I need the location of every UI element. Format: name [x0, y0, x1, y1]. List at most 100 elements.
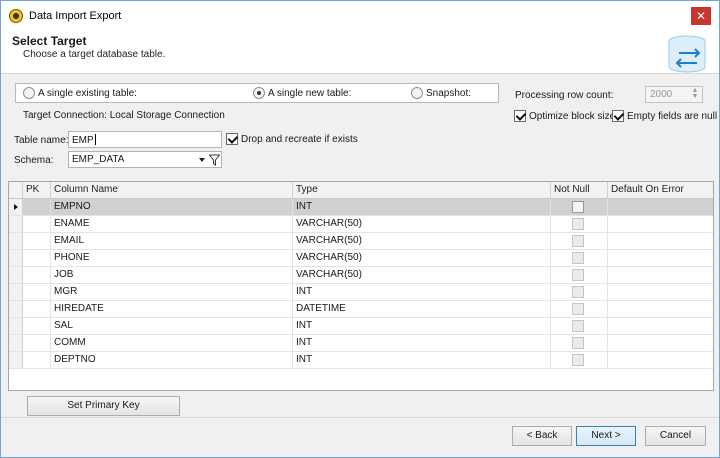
table-row[interactable]: EMAIL VARCHAR(50)	[9, 233, 713, 250]
grid-header: PK Column Name Type Not Null Default On …	[9, 182, 713, 199]
wizard-header: Select Target Choose a target database t…	[1, 30, 719, 74]
row-pointer-icon[interactable]	[9, 335, 23, 351]
type-cell[interactable]: DATETIME	[293, 301, 551, 317]
drop-recreate-checkbox[interactable]: Drop and recreate if exists	[226, 133, 358, 145]
header-pk[interactable]: PK	[23, 182, 51, 198]
not-null-checkbox[interactable]	[572, 201, 584, 213]
default-on-error-cell[interactable]	[608, 216, 713, 232]
filter-icon[interactable]	[209, 154, 220, 166]
type-cell[interactable]: VARCHAR(50)	[293, 233, 551, 249]
row-pointer-icon[interactable]	[9, 233, 23, 249]
row-pointer-icon[interactable]	[9, 352, 23, 368]
default-on-error-cell[interactable]	[608, 335, 713, 351]
pk-cell[interactable]	[23, 199, 51, 215]
default-on-error-cell[interactable]	[608, 352, 713, 368]
table-row[interactable]: EMPNO INT	[9, 199, 713, 216]
not-null-checkbox[interactable]	[572, 337, 584, 349]
pk-cell[interactable]	[23, 284, 51, 300]
empty-fields-null-checkbox[interactable]: Empty fields are null	[612, 110, 717, 122]
table-row[interactable]: ENAME VARCHAR(50)	[9, 216, 713, 233]
type-cell[interactable]: INT	[293, 335, 551, 351]
type-cell[interactable]: INT	[293, 199, 551, 215]
column-name-cell[interactable]: MGR	[51, 284, 293, 300]
drop-recreate-box[interactable]	[226, 133, 238, 145]
pk-cell[interactable]	[23, 352, 51, 368]
schema-select[interactable]: EMP_DATA	[68, 151, 222, 168]
not-null-checkbox[interactable]	[572, 286, 584, 298]
radio-snapshot-indicator[interactable]	[411, 87, 423, 99]
pk-cell[interactable]	[23, 267, 51, 283]
table-row[interactable]: DEPTNO INT	[9, 352, 713, 369]
row-pointer-icon[interactable]	[9, 301, 23, 317]
not-null-checkbox[interactable]	[572, 218, 584, 230]
table-row[interactable]: MGR INT	[9, 284, 713, 301]
radio-new-table-indicator[interactable]	[253, 87, 265, 99]
radio-new-table[interactable]: A single new table:	[253, 87, 351, 99]
cancel-button[interactable]: Cancel	[645, 426, 706, 446]
empty-fields-null-box[interactable]	[612, 110, 624, 122]
row-pointer-icon[interactable]	[9, 216, 23, 232]
radio-snapshot[interactable]: Snapshot:	[411, 87, 471, 99]
row-count-spinner[interactable]: ▲ ▼	[690, 87, 700, 101]
close-icon[interactable]: ✕	[691, 7, 711, 25]
column-name-cell[interactable]: HIREDATE	[51, 301, 293, 317]
type-cell[interactable]: VARCHAR(50)	[293, 216, 551, 232]
header-type[interactable]: Type	[293, 182, 551, 198]
radio-existing-table[interactable]: A single existing table:	[23, 87, 137, 99]
pk-cell[interactable]	[23, 318, 51, 334]
not-null-checkbox[interactable]	[572, 235, 584, 247]
row-pointer-icon[interactable]	[9, 199, 23, 215]
default-on-error-cell[interactable]	[608, 318, 713, 334]
header-column-name[interactable]: Column Name	[51, 182, 293, 198]
set-primary-key-button[interactable]: Set Primary Key	[27, 396, 180, 416]
not-null-checkbox[interactable]	[572, 320, 584, 332]
default-on-error-cell[interactable]	[608, 233, 713, 249]
not-null-checkbox[interactable]	[572, 269, 584, 281]
not-null-checkbox[interactable]	[572, 303, 584, 315]
default-on-error-cell[interactable]	[608, 267, 713, 283]
column-name-cell[interactable]: EMPNO	[51, 199, 293, 215]
column-name-cell[interactable]: ENAME	[51, 216, 293, 232]
header-not-null[interactable]: Not Null	[551, 182, 608, 198]
row-pointer-icon[interactable]	[9, 318, 23, 334]
type-cell[interactable]: INT	[293, 318, 551, 334]
table-name-input[interactable]: EMP	[68, 131, 222, 148]
default-on-error-cell[interactable]	[608, 284, 713, 300]
column-name-cell[interactable]: JOB	[51, 267, 293, 283]
table-row[interactable]: JOB VARCHAR(50)	[9, 267, 713, 284]
table-row[interactable]: SAL INT	[9, 318, 713, 335]
dropdown-arrow-icon[interactable]	[199, 158, 205, 162]
pk-cell[interactable]	[23, 233, 51, 249]
pk-cell[interactable]	[23, 301, 51, 317]
processing-row-count-input[interactable]: 2000 ▲ ▼	[645, 86, 703, 103]
next-button[interactable]: Next >	[576, 426, 636, 446]
pk-cell[interactable]	[23, 250, 51, 266]
table-row[interactable]: PHONE VARCHAR(50)	[9, 250, 713, 267]
column-name-cell[interactable]: PHONE	[51, 250, 293, 266]
row-pointer-icon[interactable]	[9, 284, 23, 300]
column-name-cell[interactable]: COMM	[51, 335, 293, 351]
pk-cell[interactable]	[23, 335, 51, 351]
not-null-checkbox[interactable]	[572, 354, 584, 366]
optimize-block-size-checkbox[interactable]: Optimize block size	[514, 110, 615, 122]
default-on-error-cell[interactable]	[608, 199, 713, 215]
table-row[interactable]: COMM INT	[9, 335, 713, 352]
default-on-error-cell[interactable]	[608, 301, 713, 317]
optimize-block-size-box[interactable]	[514, 110, 526, 122]
type-cell[interactable]: VARCHAR(50)	[293, 250, 551, 266]
radio-existing-table-indicator[interactable]	[23, 87, 35, 99]
header-default-on-error[interactable]: Default On Error	[608, 182, 713, 198]
column-name-cell[interactable]: SAL	[51, 318, 293, 334]
column-name-cell[interactable]: EMAIL	[51, 233, 293, 249]
column-name-cell[interactable]: DEPTNO	[51, 352, 293, 368]
not-null-checkbox[interactable]	[572, 252, 584, 264]
pk-cell[interactable]	[23, 216, 51, 232]
table-row[interactable]: HIREDATE DATETIME	[9, 301, 713, 318]
row-pointer-icon[interactable]	[9, 250, 23, 266]
type-cell[interactable]: INT	[293, 352, 551, 368]
type-cell[interactable]: VARCHAR(50)	[293, 267, 551, 283]
type-cell[interactable]: INT	[293, 284, 551, 300]
row-pointer-icon[interactable]	[9, 267, 23, 283]
default-on-error-cell[interactable]	[608, 250, 713, 266]
back-button[interactable]: < Back	[512, 426, 572, 446]
